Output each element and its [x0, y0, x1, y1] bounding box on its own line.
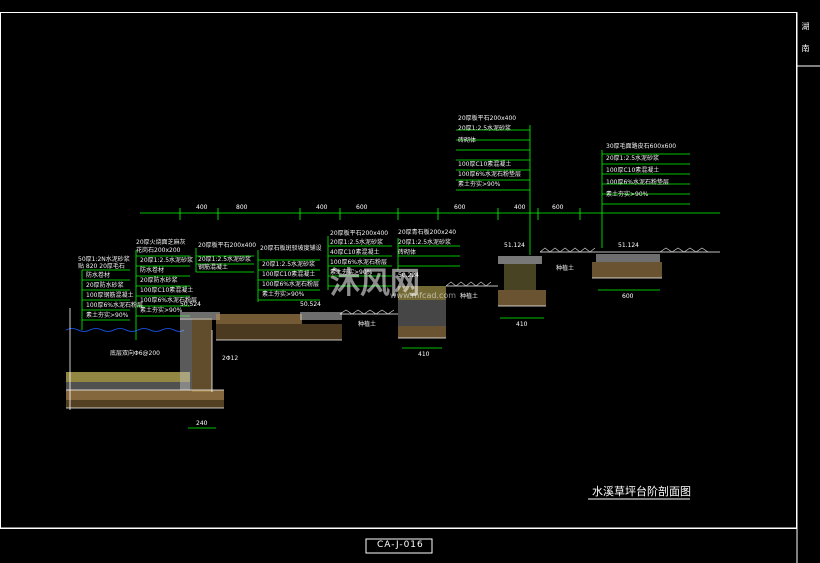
note-b-5: 20厚防水砂浆 [140, 277, 178, 284]
dim-6: 400 [514, 204, 526, 211]
dim-2: 800 [236, 204, 248, 211]
rebar-note: 底层双向Φ6@200 [110, 350, 160, 357]
dim-3: 400 [316, 204, 328, 211]
note-a-2: 贴 820 20厚毛石 [78, 263, 125, 270]
lower-dim-240: 240 [196, 420, 208, 427]
soil-label-1: 种植土 [358, 321, 377, 328]
lower-dim-600: 600 [622, 293, 634, 300]
note-c-1: 20厚板平石200x400 [198, 242, 257, 249]
side-label-2: 南 [801, 44, 810, 52]
note-b-4: 防水卷材 [140, 267, 165, 274]
lower-dim-410: 410 [418, 351, 430, 358]
soil-label-3: 种植土 [556, 265, 575, 272]
soil-label-2: 种植土 [460, 293, 479, 300]
lower-dim-410b: 410 [516, 321, 528, 328]
note-h-5: 素土夯实>90% [606, 191, 649, 198]
note-a-3: 防水卷材 [86, 272, 111, 279]
dim-7: 600 [552, 204, 564, 211]
note-h-2: 20厚1:2.5水泥砂浆 [606, 155, 660, 162]
elevation-5: 51.124 [618, 242, 639, 249]
note-g-2: 20厚1:2.5水泥砂浆 [458, 125, 512, 132]
note-b-2: 花岗石200x200 [136, 247, 181, 254]
note-a-6: 100厚6%水泥石粉层 [86, 302, 143, 309]
note-h-3: 100厚C10素混凝土 [606, 167, 660, 174]
note-f-1: 20厚青石板200x240 [398, 229, 457, 236]
note-b-1: 20厚火烧面芝麻灰 [136, 239, 186, 246]
note-e-2: 20厚1:2.5水泥砂浆 [330, 239, 384, 246]
dimension-line [140, 208, 720, 220]
note-h-4: 100厚6%水泥石粉垫层 [606, 179, 669, 186]
pond-section [66, 308, 224, 410]
dim-1: 400 [196, 204, 208, 211]
elevation-2: 50.524 [300, 301, 321, 308]
note-f-2: 20厚1:2.5水泥砂浆 [398, 239, 452, 246]
note-h-1: 30厚毛面路皮石600x600 [606, 143, 677, 150]
rebar-note-2: 2Φ12 [222, 355, 239, 362]
note-d-3: 100厚C10素混凝土 [262, 271, 316, 278]
side-label-1: 湖 [801, 22, 810, 30]
note-c-2: 20厚1:2.5水泥砂浆 [198, 256, 252, 263]
watermark-url: www.mfcad.com [390, 291, 457, 300]
note-g-3: 砖砌体 [458, 137, 477, 144]
note-g-6: 素土夯实>90% [458, 181, 501, 188]
dim-5: 600 [454, 204, 466, 211]
note-b-7: 100厚6%水泥石粉层 [140, 297, 197, 304]
note-b-6: 100厚C10素混凝土 [140, 287, 194, 294]
note-a-7: 素土夯实>90% [86, 312, 129, 319]
note-a-4: 20厚防水砂浆 [86, 282, 124, 289]
drawing-number: CA-J-016 [377, 540, 424, 550]
note-d-5: 素土夯实>90% [262, 291, 305, 298]
note-b-8: 素土夯实>90% [140, 307, 183, 314]
note-g-1: 20厚板平石200x400 [458, 115, 517, 122]
note-c-3: 钢筋混凝土 [198, 264, 229, 271]
note-a-5: 100厚钢筋混凝土 [86, 292, 134, 299]
water-surface [65, 328, 185, 332]
note-f-3: 砖砌体 [398, 249, 417, 256]
drawing-title: 水溪草坪台阶剖面图 [592, 485, 691, 498]
note-e-3: 40厚C10素混凝土 [330, 249, 380, 256]
note-g-4: 100厚C10素混凝土 [458, 161, 512, 168]
note-d-1: 20厚石板斑驳坡度铺设 [260, 245, 322, 252]
note-e-1: 20厚板平石200x400 [330, 230, 389, 237]
dim-4: 600 [356, 204, 368, 211]
elevation-4: 51.124 [504, 242, 525, 249]
note-g-5: 100厚6%水泥石粉垫层 [458, 171, 521, 178]
note-d-4: 100厚6%水泥石粉层 [262, 281, 319, 288]
note-d-2: 20厚1:2.5水泥砂浆 [262, 261, 316, 268]
note-b-3: 20厚1:2.5水泥砂浆 [140, 257, 194, 264]
